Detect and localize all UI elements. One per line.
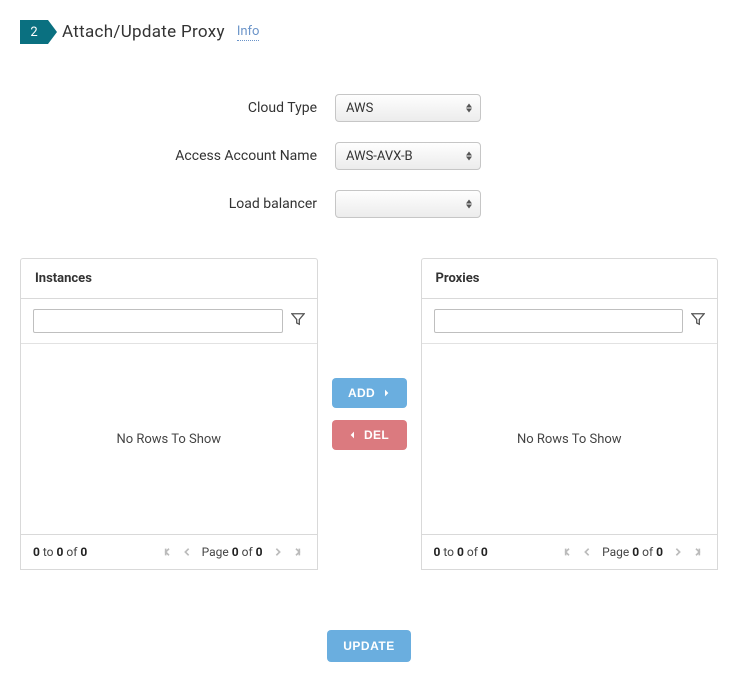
- pager-next-icon[interactable]: [269, 547, 287, 557]
- select-cloud-type-value: AWS: [346, 101, 373, 116]
- instances-panel-search-row: [21, 299, 317, 344]
- pager-next-icon[interactable]: [669, 547, 687, 557]
- instances-count: 0 to 0 of 0: [33, 545, 87, 559]
- filter-icon[interactable]: [291, 312, 305, 330]
- proxies-page-label: Page 0 of 0: [602, 545, 663, 559]
- transfer-buttons: ADD DEL: [332, 378, 407, 450]
- proxies-panel: Proxies No Rows To Show 0 to 0 of 0 Page…: [421, 258, 719, 570]
- pager-first-icon[interactable]: [160, 547, 178, 557]
- proxies-panel-title: Proxies: [422, 259, 718, 299]
- proxies-count: 0 to 0 of 0: [434, 545, 488, 559]
- add-button[interactable]: ADD: [332, 378, 407, 408]
- del-button-label: DEL: [364, 428, 389, 442]
- instances-search-input[interactable]: [33, 309, 283, 333]
- form-row-cloud-type: Cloud Type AWS: [20, 94, 718, 122]
- label-load-balancer: Load balancer: [20, 196, 335, 212]
- pager-prev-icon[interactable]: [178, 547, 196, 557]
- chevron-updown-icon: [466, 200, 472, 209]
- select-access-account-value: AWS-AVX-B: [346, 149, 413, 164]
- chevron-updown-icon: [466, 104, 472, 113]
- proxies-empty-text: No Rows To Show: [517, 432, 622, 447]
- proxies-panel-search-row: [422, 299, 718, 344]
- proxies-search-input[interactable]: [434, 309, 684, 333]
- arrow-right-icon: [380, 388, 390, 398]
- step-badge: 2: [20, 20, 48, 44]
- panels-container: Instances No Rows To Show 0 to 0 of 0 Pa…: [20, 258, 718, 570]
- pager-first-icon[interactable]: [560, 547, 578, 557]
- proxies-panel-footer: 0 to 0 of 0 Page 0 of 0: [422, 534, 718, 569]
- instances-panel: Instances No Rows To Show 0 to 0 of 0 Pa…: [20, 258, 318, 570]
- instances-page-label: Page 0 of 0: [202, 545, 263, 559]
- pager-last-icon[interactable]: [687, 547, 705, 557]
- arrow-left-icon: [349, 430, 359, 440]
- filter-icon[interactable]: [691, 312, 705, 330]
- label-access-account: Access Account Name: [20, 148, 335, 164]
- add-button-label: ADD: [348, 386, 375, 400]
- select-cloud-type[interactable]: AWS: [335, 94, 481, 122]
- info-link[interactable]: Info: [237, 24, 260, 41]
- instances-panel-title: Instances: [21, 259, 317, 299]
- section-title: Attach/Update Proxy: [62, 22, 225, 42]
- step-number: 2: [30, 25, 37, 40]
- instances-panel-body: No Rows To Show: [21, 344, 317, 534]
- form-row-load-balancer: Load balancer: [20, 190, 718, 218]
- del-button[interactable]: DEL: [332, 420, 407, 450]
- select-access-account[interactable]: AWS-AVX-B: [335, 142, 481, 170]
- proxies-panel-body: No Rows To Show: [422, 344, 718, 534]
- instances-panel-footer: 0 to 0 of 0 Page 0 of 0: [21, 534, 317, 569]
- pager-prev-icon[interactable]: [578, 547, 596, 557]
- select-load-balancer[interactable]: [335, 190, 481, 218]
- form-row-access-account: Access Account Name AWS-AVX-B: [20, 142, 718, 170]
- label-cloud-type: Cloud Type: [20, 100, 335, 116]
- section-header: 2 Attach/Update Proxy Info: [20, 20, 718, 44]
- chevron-updown-icon: [466, 152, 472, 161]
- pager-last-icon[interactable]: [287, 547, 305, 557]
- instances-empty-text: No Rows To Show: [116, 432, 221, 447]
